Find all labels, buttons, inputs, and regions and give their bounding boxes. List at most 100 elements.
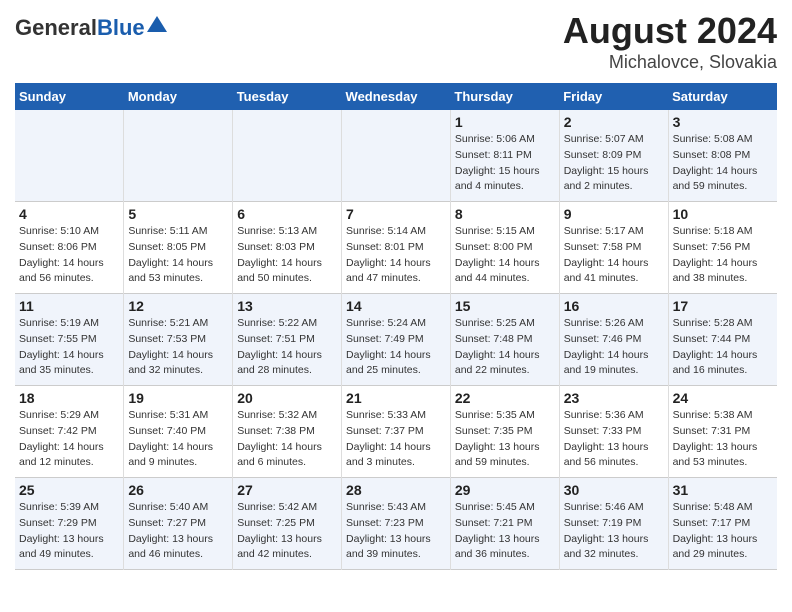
calendar-cell: 1Sunrise: 5:06 AM Sunset: 8:11 PM Daylig… (450, 110, 559, 202)
calendar-cell (233, 110, 342, 202)
day-info: Sunrise: 5:43 AM Sunset: 7:23 PM Dayligh… (346, 500, 446, 563)
calendar-cell: 23 Sunrise: 5:36 AM Sunset: 7:33 PM Dayli… (559, 386, 668, 478)
day-info: Sunrise: 5:19 AM Sunset: 7:55 PM Dayligh… (19, 316, 119, 379)
calendar-cell: 10 Sunrise: 5:18 AM Sunset: 7:56 PM Dayli… (668, 202, 777, 294)
calendar-header: SundayMondayTuesdayWednesdayThursdayFrid… (15, 83, 777, 110)
calendar-cell: 16 Sunrise: 5:26 AM Sunset: 7:46 PM Dayli… (559, 294, 668, 386)
day-info: Sunrise: 5:42 AM Sunset: 7:25 PM Dayligh… (237, 500, 337, 563)
day-number: 3 (673, 114, 773, 130)
week-row-3: 11 Sunrise: 5:19 AM Sunset: 7:55 PM Dayli… (15, 294, 777, 386)
day-number: 18 (19, 390, 119, 406)
day-info: Sunrise: 5:28 AM Sunset: 7:44 PM Dayligh… (673, 316, 773, 379)
day-number: 21 (346, 390, 446, 406)
weekday-header-wednesday: Wednesday (342, 83, 451, 110)
logo: GeneralBlue (15, 15, 167, 41)
calendar-cell (15, 110, 124, 202)
day-info: Sunrise: 5:24 AM Sunset: 7:49 PM Dayligh… (346, 316, 446, 379)
day-number: 19 (128, 390, 228, 406)
calendar-cell (342, 110, 451, 202)
day-number: 16 (564, 298, 664, 314)
day-info: Sunrise: 5:14 AM Sunset: 8:01 PM Dayligh… (346, 224, 446, 287)
page-header: GeneralBlue August 2024 Michalovce, Slov… (15, 10, 777, 73)
calendar-cell: 21Sunrise: 5:33 AM Sunset: 7:37 PM Dayli… (342, 386, 451, 478)
day-info: Sunrise: 5:35 AM Sunset: 7:35 PM Dayligh… (455, 408, 555, 471)
day-info: Sunrise: 5:40 AM Sunset: 7:27 PM Dayligh… (128, 500, 228, 563)
calendar-cell: 13 Sunrise: 5:22 AM Sunset: 7:51 PM Dayli… (233, 294, 342, 386)
day-info: Sunrise: 5:21 AM Sunset: 7:53 PM Dayligh… (128, 316, 228, 379)
day-number: 26 (128, 482, 228, 498)
day-number: 11 (19, 298, 119, 314)
day-number: 9 (564, 206, 664, 222)
calendar-cell: 20Sunrise: 5:32 AM Sunset: 7:38 PM Dayli… (233, 386, 342, 478)
day-number: 1 (455, 114, 555, 130)
calendar-cell: 29 Sunrise: 5:45 AM Sunset: 7:21 PM Dayli… (450, 478, 559, 570)
day-info: Sunrise: 5:17 AM Sunset: 7:58 PM Dayligh… (564, 224, 664, 287)
day-info: Sunrise: 5:11 AM Sunset: 8:05 PM Dayligh… (128, 224, 228, 287)
weekday-header-row: SundayMondayTuesdayWednesdayThursdayFrid… (15, 83, 777, 110)
week-row-4: 18Sunrise: 5:29 AM Sunset: 7:42 PM Dayli… (15, 386, 777, 478)
week-row-5: 25 Sunrise: 5:39 AM Sunset: 7:29 PM Dayli… (15, 478, 777, 570)
page-title: August 2024 (563, 10, 777, 52)
day-info: Sunrise: 5:45 AM Sunset: 7:21 PM Dayligh… (455, 500, 555, 563)
day-info: Sunrise: 5:31 AM Sunset: 7:40 PM Dayligh… (128, 408, 228, 471)
day-number: 29 (455, 482, 555, 498)
day-info: Sunrise: 5:39 AM Sunset: 7:29 PM Dayligh… (19, 500, 119, 563)
day-info: Sunrise: 5:15 AM Sunset: 8:00 PM Dayligh… (455, 224, 555, 287)
day-number: 27 (237, 482, 337, 498)
weekday-header-tuesday: Tuesday (233, 83, 342, 110)
calendar-cell: 31 Sunrise: 5:48 AM Sunset: 7:17 PM Dayli… (668, 478, 777, 570)
weekday-header-sunday: Sunday (15, 83, 124, 110)
day-number: 30 (564, 482, 664, 498)
day-number: 10 (673, 206, 773, 222)
day-info: Sunrise: 5:38 AM Sunset: 7:31 PM Dayligh… (673, 408, 773, 471)
day-info: Sunrise: 5:26 AM Sunset: 7:46 PM Dayligh… (564, 316, 664, 379)
day-number: 15 (455, 298, 555, 314)
day-info: Sunrise: 5:18 AM Sunset: 7:56 PM Dayligh… (673, 224, 773, 287)
calendar-cell: 19 Sunrise: 5:31 AM Sunset: 7:40 PM Dayli… (124, 386, 233, 478)
day-number: 28 (346, 482, 446, 498)
day-number: 14 (346, 298, 446, 314)
day-info: Sunrise: 5:07 AM Sunset: 8:09 PM Dayligh… (564, 132, 664, 195)
weekday-header-saturday: Saturday (668, 83, 777, 110)
weekday-header-thursday: Thursday (450, 83, 559, 110)
calendar-cell: 5 Sunrise: 5:11 AM Sunset: 8:05 PM Daylig… (124, 202, 233, 294)
calendar-cell: 22 Sunrise: 5:35 AM Sunset: 7:35 PM Dayli… (450, 386, 559, 478)
day-info: Sunrise: 5:46 AM Sunset: 7:19 PM Dayligh… (564, 500, 664, 563)
day-info: Sunrise: 5:36 AM Sunset: 7:33 PM Dayligh… (564, 408, 664, 471)
day-number: 24 (673, 390, 773, 406)
calendar-cell: 2Sunrise: 5:07 AM Sunset: 8:09 PM Daylig… (559, 110, 668, 202)
calendar-body: 1Sunrise: 5:06 AM Sunset: 8:11 PM Daylig… (15, 110, 777, 570)
day-number: 17 (673, 298, 773, 314)
calendar-cell: 25 Sunrise: 5:39 AM Sunset: 7:29 PM Dayli… (15, 478, 124, 570)
calendar-cell: 24 Sunrise: 5:38 AM Sunset: 7:31 PM Dayli… (668, 386, 777, 478)
calendar-table: SundayMondayTuesdayWednesdayThursdayFrid… (15, 83, 777, 570)
day-info: Sunrise: 5:32 AM Sunset: 7:38 PM Dayligh… (237, 408, 337, 471)
calendar-cell: 15 Sunrise: 5:25 AM Sunset: 7:48 PM Dayli… (450, 294, 559, 386)
day-info: Sunrise: 5:10 AM Sunset: 8:06 PM Dayligh… (19, 224, 119, 287)
calendar-cell: 18Sunrise: 5:29 AM Sunset: 7:42 PM Dayli… (15, 386, 124, 478)
weekday-header-monday: Monday (124, 83, 233, 110)
calendar-cell: 6Sunrise: 5:13 AM Sunset: 8:03 PM Daylig… (233, 202, 342, 294)
calendar-cell: 3Sunrise: 5:08 AM Sunset: 8:08 PM Daylig… (668, 110, 777, 202)
day-number: 22 (455, 390, 555, 406)
day-number: 13 (237, 298, 337, 314)
day-number: 25 (19, 482, 119, 498)
page-subtitle: Michalovce, Slovakia (563, 52, 777, 73)
calendar-cell: 7Sunrise: 5:14 AM Sunset: 8:01 PM Daylig… (342, 202, 451, 294)
day-info: Sunrise: 5:22 AM Sunset: 7:51 PM Dayligh… (237, 316, 337, 379)
calendar-cell: 8Sunrise: 5:15 AM Sunset: 8:00 PM Daylig… (450, 202, 559, 294)
day-number: 5 (128, 206, 228, 222)
calendar-cell: 11 Sunrise: 5:19 AM Sunset: 7:55 PM Dayli… (15, 294, 124, 386)
day-info: Sunrise: 5:13 AM Sunset: 8:03 PM Dayligh… (237, 224, 337, 287)
calendar-cell: 27 Sunrise: 5:42 AM Sunset: 7:25 PM Dayli… (233, 478, 342, 570)
day-number: 31 (673, 482, 773, 498)
calendar-cell: 12 Sunrise: 5:21 AM Sunset: 7:53 PM Dayli… (124, 294, 233, 386)
calendar-cell: 28 Sunrise: 5:43 AM Sunset: 7:23 PM Dayli… (342, 478, 451, 570)
day-info: Sunrise: 5:48 AM Sunset: 7:17 PM Dayligh… (673, 500, 773, 563)
day-info: Sunrise: 5:25 AM Sunset: 7:48 PM Dayligh… (455, 316, 555, 379)
calendar-cell: 9 Sunrise: 5:17 AM Sunset: 7:58 PM Daylig… (559, 202, 668, 294)
calendar-cell: 17 Sunrise: 5:28 AM Sunset: 7:44 PM Dayli… (668, 294, 777, 386)
day-number: 12 (128, 298, 228, 314)
logo-blue: Blue (97, 15, 145, 40)
day-number: 23 (564, 390, 664, 406)
